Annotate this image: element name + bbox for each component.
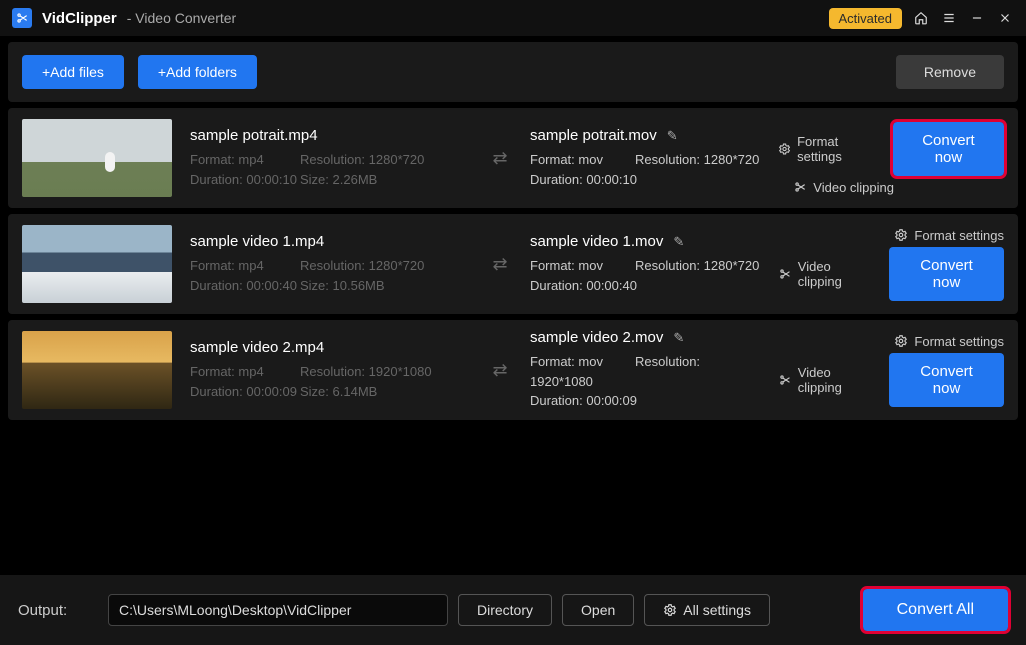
video-clipping-link[interactable]: Video clipping	[778, 259, 877, 289]
edit-name-icon[interactable]: ✎	[673, 234, 684, 250]
source-filename: sample video 2.mp4	[190, 339, 470, 356]
output-path-field[interactable]: C:\Users\MLoong\Desktop\VidClipper	[108, 594, 448, 626]
source-meta: Format: mp4Resolution: 1280*720 Duration…	[190, 256, 470, 295]
edit-name-icon[interactable]: ✎	[673, 330, 684, 346]
format-settings-label: Format settings	[797, 134, 881, 164]
source-filename: sample video 1.mp4	[190, 233, 470, 250]
source-column: sample video 2.mp4 Format: mp4Resolution…	[190, 339, 470, 401]
source-filename: sample potrait.mp4	[190, 127, 470, 144]
thumbnail	[22, 119, 172, 197]
dest-filename: sample potrait.mov	[530, 127, 657, 144]
convert-now-button[interactable]: Convert now	[889, 353, 1004, 407]
swap-icon: ⇄	[488, 148, 512, 169]
action-column: Format settings Video clipping Convert n…	[778, 334, 1004, 407]
video-clipping-label: Video clipping	[813, 180, 894, 195]
scissors-icon	[778, 267, 792, 281]
gear-icon	[894, 228, 908, 242]
dest-filename: sample video 2.mov	[530, 329, 663, 346]
video-clipping-label: Video clipping	[798, 259, 877, 289]
app-name: VidClipper	[42, 10, 117, 27]
list-item[interactable]: sample video 1.mp4 Format: mp4Resolution…	[8, 214, 1018, 314]
video-clipping-link[interactable]: Video clipping	[778, 365, 877, 395]
menu-icon[interactable]	[940, 9, 958, 27]
bottom-bar: Output: C:\Users\MLoong\Desktop\VidClipp…	[0, 575, 1026, 645]
close-icon[interactable]	[996, 9, 1014, 27]
convert-now-button[interactable]: Convert now	[893, 122, 1004, 176]
gear-icon	[663, 603, 677, 617]
dest-meta: Format: movResolution: 1920*1080 Duratio…	[530, 352, 760, 411]
source-meta: Format: mp4Resolution: 1920*1080 Duratio…	[190, 362, 470, 401]
action-column: Format settings Video clipping Convert n…	[778, 228, 1004, 301]
activated-badge: Activated	[829, 8, 902, 29]
gear-icon	[894, 334, 908, 348]
format-settings-label: Format settings	[914, 334, 1004, 349]
format-settings-link[interactable]: Format settings	[894, 334, 1004, 349]
format-settings-label: Format settings	[914, 228, 1004, 243]
gear-icon	[778, 142, 791, 156]
thumbnail	[22, 331, 172, 409]
all-settings-label: All settings	[683, 602, 751, 618]
app-subtitle: - Video Converter	[127, 10, 236, 26]
add-files-button[interactable]: +Add files	[22, 55, 124, 89]
list-item[interactable]: sample video 2.mp4 Format: mp4Resolution…	[8, 320, 1018, 420]
dest-column: sample potrait.mov ✎ Format: movResoluti…	[530, 127, 760, 189]
thumbnail	[22, 225, 172, 303]
add-folders-button[interactable]: +Add folders	[138, 55, 257, 89]
video-clipping-link[interactable]: Video clipping	[793, 180, 894, 195]
dest-column: sample video 2.mov ✎ Format: movResoluti…	[530, 329, 760, 411]
scissors-icon	[793, 180, 807, 194]
convert-all-button[interactable]: Convert All	[863, 589, 1008, 631]
source-column: sample video 1.mp4 Format: mp4Resolution…	[190, 233, 470, 295]
minimize-icon[interactable]	[968, 9, 986, 27]
scissors-icon	[15, 11, 29, 25]
video-clipping-label: Video clipping	[798, 365, 877, 395]
titlebar: VidClipper - Video Converter Activated	[0, 0, 1026, 36]
swap-icon: ⇄	[488, 360, 512, 381]
dest-meta: Format: movResolution: 1280*720 Duration…	[530, 150, 760, 189]
output-label: Output:	[18, 602, 98, 619]
home-icon[interactable]	[912, 9, 930, 27]
open-button[interactable]: Open	[562, 594, 634, 626]
dest-filename: sample video 1.mov	[530, 233, 663, 250]
dest-column: sample video 1.mov ✎ Format: movResoluti…	[530, 233, 760, 295]
dest-meta: Format: movResolution: 1280*720 Duration…	[530, 256, 760, 295]
file-list: sample potrait.mp4 Format: mp4Resolution…	[0, 108, 1026, 420]
all-settings-button[interactable]: All settings	[644, 594, 770, 626]
remove-button[interactable]: Remove	[896, 55, 1004, 89]
list-item[interactable]: sample potrait.mp4 Format: mp4Resolution…	[8, 108, 1018, 208]
scissors-icon	[778, 373, 792, 387]
action-column: Format settings Convert now Video clippi…	[778, 122, 1004, 195]
format-settings-link[interactable]: Format settings	[778, 134, 881, 164]
toolbar: +Add files +Add folders Remove	[8, 42, 1018, 102]
edit-name-icon[interactable]: ✎	[667, 128, 678, 144]
source-column: sample potrait.mp4 Format: mp4Resolution…	[190, 127, 470, 189]
app-logo	[12, 8, 32, 28]
format-settings-link[interactable]: Format settings	[894, 228, 1004, 243]
source-meta: Format: mp4Resolution: 1280*720 Duration…	[190, 150, 470, 189]
swap-icon: ⇄	[488, 254, 512, 275]
directory-button[interactable]: Directory	[458, 594, 552, 626]
convert-now-button[interactable]: Convert now	[889, 247, 1004, 301]
